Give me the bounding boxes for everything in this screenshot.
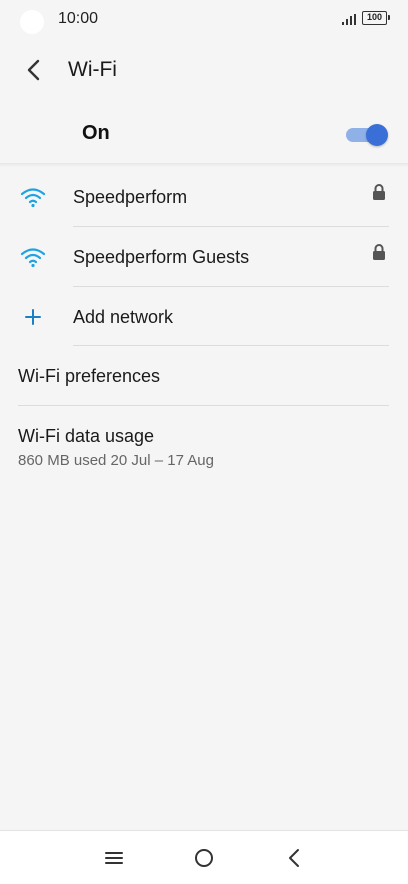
signal-icon bbox=[342, 14, 356, 25]
chevron-left-icon bbox=[27, 59, 40, 81]
wifi-toggle[interactable] bbox=[346, 123, 388, 146]
home-icon bbox=[195, 849, 213, 867]
status-time: 10:00 bbox=[58, 10, 99, 27]
toggle-thumb bbox=[366, 124, 388, 146]
status-bar: 10:00 100 bbox=[0, 0, 408, 38]
wifi-icon bbox=[20, 245, 46, 269]
back-button[interactable] bbox=[16, 52, 52, 88]
wifi-icon bbox=[20, 185, 46, 209]
wifi-master-label: On bbox=[82, 122, 110, 144]
network-item-speedperform[interactable]: Speedperform bbox=[0, 167, 408, 227]
app-header: Wi-Fi bbox=[0, 44, 408, 96]
add-network-label: Add network bbox=[73, 307, 174, 327]
network-name: Speedperform Guests bbox=[73, 247, 250, 267]
system-nav-bar bbox=[0, 830, 408, 884]
camera-cutout bbox=[20, 10, 44, 34]
battery-icon: 100 bbox=[362, 11, 390, 25]
wifi-data-usage-item[interactable]: Wi-Fi data usage 860 MB used 20 Jul – 17… bbox=[0, 406, 408, 482]
nav-menu-button[interactable] bbox=[99, 845, 129, 871]
wifi-data-usage-detail: 860 MB used 20 Jul – 17 Aug bbox=[18, 452, 214, 469]
wifi-master-row[interactable]: On bbox=[0, 104, 408, 162]
back-icon bbox=[289, 849, 299, 867]
nav-home-button[interactable] bbox=[189, 845, 219, 871]
lock-icon bbox=[373, 244, 385, 260]
wifi-preferences-item[interactable]: Wi-Fi preferences bbox=[0, 346, 408, 406]
menu-icon bbox=[105, 852, 123, 864]
wifi-data-usage-label: Wi-Fi data usage bbox=[18, 426, 155, 446]
page-title: Wi-Fi bbox=[68, 58, 117, 81]
add-network-button[interactable]: Add network bbox=[0, 287, 408, 347]
wifi-preferences-label: Wi-Fi preferences bbox=[18, 366, 161, 386]
network-name: Speedperform bbox=[73, 187, 188, 207]
nav-back-button[interactable] bbox=[279, 845, 309, 871]
lock-icon bbox=[373, 184, 385, 200]
plus-icon bbox=[20, 305, 46, 329]
network-item-speedperform-guests[interactable]: Speedperform Guests bbox=[0, 227, 408, 287]
